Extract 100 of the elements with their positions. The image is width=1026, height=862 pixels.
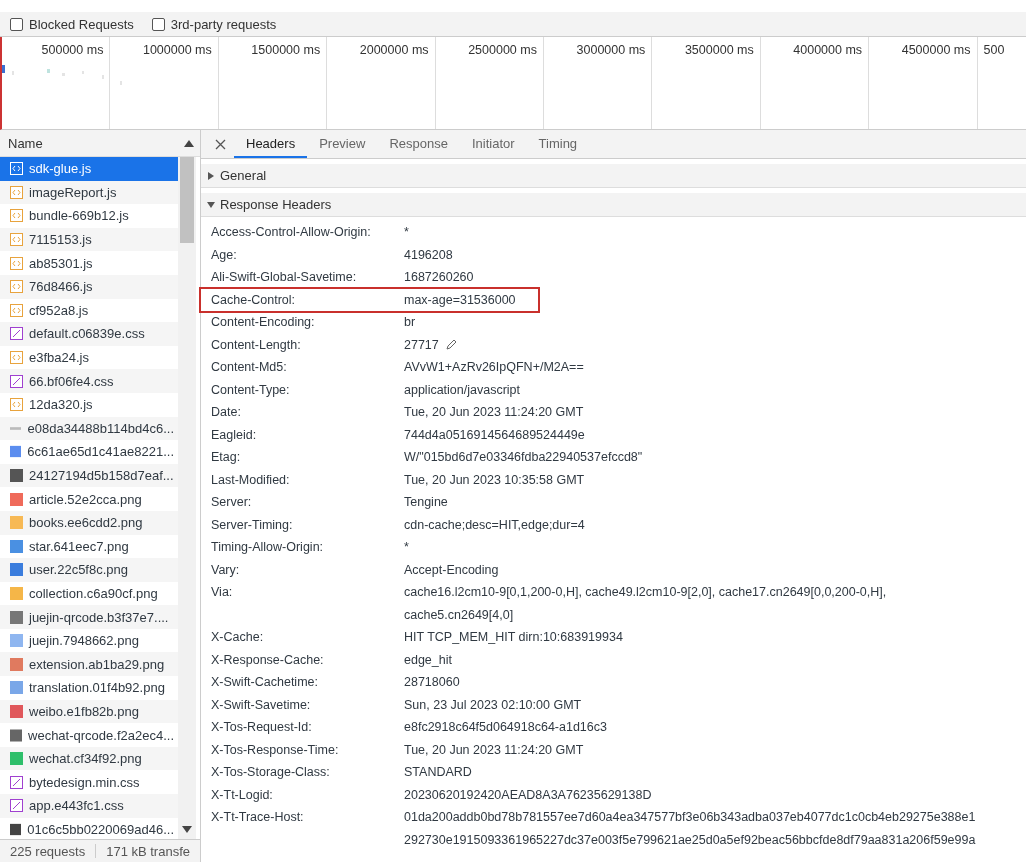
request-row[interactable]: wechat.cf34f92.png — [0, 746, 178, 771]
header-name: X-Tos-Storage-Class: — [211, 764, 331, 781]
script-file-icon — [10, 280, 23, 294]
timeline-tick-label: 500 — [983, 43, 1005, 57]
scroll-down-icon[interactable] — [182, 826, 192, 833]
header-value: 744d4a0516914564689524449e — [404, 426, 585, 444]
header-name: X-Tt-Trace-Host: — [211, 809, 305, 826]
request-row[interactable]: 76d8466.js — [0, 274, 178, 299]
header-value: Tengine — [404, 494, 448, 511]
header-name: Eagleid: — [211, 426, 258, 444]
script-file-icon — [10, 209, 23, 223]
section-header[interactable]: Response Headers — [201, 193, 1026, 217]
timeline-tick-label: 2000000 ms — [359, 43, 429, 57]
header-value: br — [404, 314, 416, 331]
header-value: Accept-Encoding — [404, 561, 499, 579]
header-value: cdn-cache;desc=HIT,edge;dur=4 — [404, 516, 585, 534]
filter-checkbox[interactable]: Blocked Requests — [10, 16, 134, 32]
header-name: Content-Length: — [211, 336, 302, 354]
stylesheet-file-icon — [10, 327, 23, 341]
header-value: * — [404, 224, 409, 241]
detail-tab[interactable]: Preview — [307, 130, 378, 158]
caret-icon[interactable] — [207, 171, 215, 180]
header-name: Ali-Swift-Global-Savetime: — [211, 269, 358, 286]
request-row[interactable]: imageReport.js — [0, 180, 178, 205]
request-row[interactable]: e08da34488b114bd4c6... — [0, 416, 178, 441]
header-name: Age: — [211, 246, 238, 264]
pencil-icon[interactable] — [444, 338, 457, 351]
request-row[interactable]: sdk-glue.js — [0, 157, 178, 181]
request-row[interactable]: extension.ab1ba29.png — [0, 652, 178, 677]
request-row[interactable]: weibo.e1fb82b.png — [0, 699, 178, 724]
scrollbar-thumb[interactable] — [180, 157, 194, 243]
status-text: 171 kB transfe — [106, 843, 190, 859]
timeline-tick-label: 500000 ms — [41, 43, 104, 57]
header-name: Server: — [211, 494, 253, 511]
header-name: Cache-Control: — [211, 291, 297, 309]
header-value: 27717 — [404, 336, 439, 354]
timeline-tick-label: 1000000 ms — [142, 43, 212, 57]
timeline-tick-label: 3500000 ms — [684, 43, 754, 57]
header-value: cache16.l2cm10-9[0,1,200-0,H], cache49.l2cm10-9[2,0], cache17.cn2649[0,0,200-0,H], — [404, 584, 887, 601]
section-header[interactable]: General — [201, 164, 1026, 188]
script-file-icon — [10, 162, 23, 176]
script-file-icon — [10, 398, 23, 412]
header-value: 01da200addb0bd78b781557ee7d60a4ea347577bf3e06b343adba037eb4077dc1c0cb4eb29275e388e1 — [404, 809, 976, 826]
caret-icon[interactable] — [207, 200, 215, 209]
request-row[interactable]: 66.bf06fe4.css — [0, 369, 178, 393]
filter-checkbox[interactable]: 3rd-party requests — [151, 16, 277, 32]
script-file-icon — [10, 185, 23, 199]
header-value: edge_hit — [404, 651, 452, 669]
header-name: Access-Control-Allow-Origin: — [211, 224, 372, 241]
stylesheet-file-icon — [10, 799, 23, 813]
script-file-icon — [10, 256, 23, 270]
header-name: Content-Encoding: — [211, 314, 316, 331]
column-header[interactable]: Name — [8, 135, 43, 151]
header-name: Vary: — [211, 561, 241, 579]
header-name: X-Tos-Request-Id: — [211, 719, 313, 736]
request-row[interactable]: app.e443fc1.css — [0, 794, 178, 818]
header-value: Tue, 20 Jun 2023 11:24:20 GMT — [404, 741, 584, 759]
header-name: Last-Modified: — [211, 471, 291, 489]
detail-tab[interactable]: Initiator — [459, 130, 527, 158]
header-value: max-age=31536000 — [404, 291, 516, 309]
header-name: Date: — [211, 404, 242, 421]
header-value: cache5.cn2649[4,0] — [404, 606, 514, 624]
header-name: Content-Md5: — [211, 359, 288, 376]
header-value: 1687260260 — [404, 269, 474, 286]
header-value: HIT TCP_MEM_HIT dirn:10:683919934 — [404, 629, 623, 646]
detail-tab[interactable]: Response — [377, 130, 460, 158]
header-value: Tue, 20 Jun 2023 10:35:58 GMT — [404, 471, 585, 489]
timeline-tick-label: 2500000 ms — [468, 43, 537, 57]
request-row[interactable]: user.22c5f8c.png — [0, 558, 178, 582]
header-value: W/"015bd6d7e03346fdba22940537efccd8" — [404, 449, 643, 466]
request-row[interactable]: juejin-qrcode.b3f37e7.... — [0, 605, 178, 629]
header-name: X-Tos-Response-Time: — [211, 741, 340, 759]
header-name: X-Swift-Savetime: — [211, 696, 312, 714]
header-value: 292730e1915093361965227dc37e003f5e799621ae25d0a5ef92beac56bbcfde8df79aa831a206f59e99a — [404, 831, 976, 849]
header-value: application/javascript — [404, 381, 521, 399]
header-value: 4196208 — [404, 246, 453, 264]
sort-ascending-icon[interactable] — [184, 139, 194, 147]
header-name: Content-Type: — [211, 381, 291, 399]
timeline-tick-label: 4500000 ms — [901, 43, 971, 57]
stylesheet-file-icon — [10, 775, 23, 789]
script-file-icon — [10, 351, 23, 365]
header-name: Etag: — [211, 449, 242, 466]
request-row[interactable]: default.c06839e.css — [0, 322, 178, 346]
header-value: Sun, 23 Jul 2023 02:10:00 GMT — [404, 696, 582, 714]
status-text: 225 requests — [10, 843, 86, 859]
header-value: e8fc2918c64f5d064918c64-a1d16c3 — [404, 719, 607, 736]
header-value: 28718060 — [404, 674, 460, 691]
header-value: * — [404, 539, 409, 556]
request-row[interactable]: 24127194d5b158d7eaf... — [0, 463, 178, 488]
header-name: Server-Timing: — [211, 516, 294, 534]
request-row[interactable]: 7115153.js — [0, 227, 178, 252]
detail-tab[interactable]: Headers — [234, 130, 308, 158]
header-value: 20230620192420AEAD8A3A76235629138D — [404, 786, 652, 804]
detail-tab[interactable]: Timing — [526, 130, 590, 158]
scrollbar[interactable] — [178, 157, 196, 839]
file-icon — [10, 426, 22, 430]
header-name: X-Cache: — [211, 629, 265, 646]
request-row[interactable]: books.ee6cdd2.png — [0, 510, 178, 535]
close-icon[interactable] — [215, 138, 226, 150]
header-value: Tue, 20 Jun 2023 11:24:20 GMT — [404, 404, 584, 421]
